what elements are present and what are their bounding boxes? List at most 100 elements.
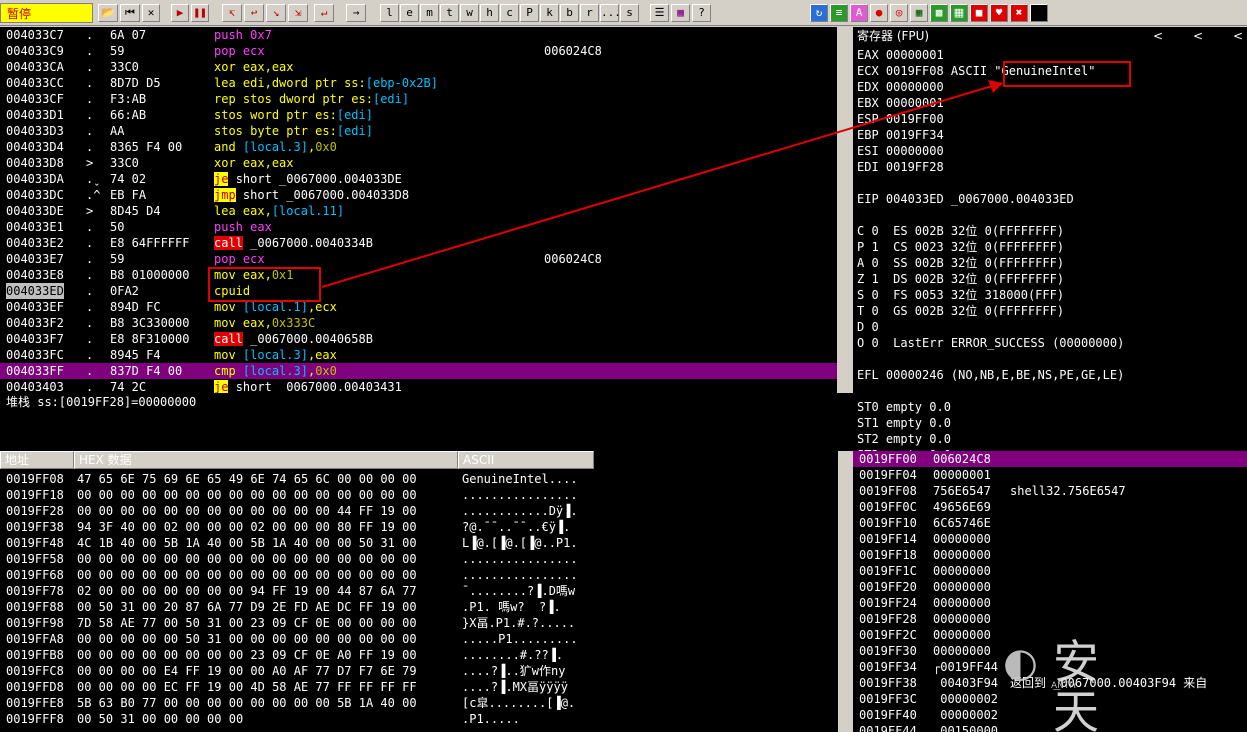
register-line[interactable]: EDI 0019FF28 (857, 159, 944, 175)
refresh-icon[interactable]: ↻ (810, 4, 828, 22)
rewind-icon[interactable]: ⏮ (120, 4, 140, 22)
terminal-icon[interactable] (1030, 4, 1048, 22)
register-line[interactable]: Z 1 DS 002B 32位 0(FFFFFFFF) (857, 271, 1064, 287)
help-icon[interactable]: ? (692, 4, 711, 22)
register-line[interactable]: ESI 00000000 (857, 143, 944, 159)
plugin-icon[interactable]: ≡ (830, 4, 848, 22)
disasm-row[interactable]: 004033DA .ˬ 74 02 je short _0067000.004033D… (0, 171, 837, 187)
stack-row[interactable]: 0019FF3C 00000002 (853, 691, 1247, 707)
dump-row[interactable]: 0019FF48 4C 1B 40 00 5B 1A 40 00 5B 1A 40… (0, 535, 838, 551)
disasm-row[interactable]: 004033E8. B8 01000000 mov eax,0x1 (0, 267, 837, 283)
tb-letter-w[interactable]: w (460, 4, 479, 22)
tb-letter-t[interactable]: t (440, 4, 459, 22)
tb-letter-p[interactable]: P (520, 4, 539, 22)
tb-letter-c[interactable]: c (500, 4, 519, 22)
dump-row[interactable]: 0019FFA8 00 00 00 00 00 50 31 00 00 00 00… (0, 631, 838, 647)
open-icon[interactable]: 📂 (98, 4, 118, 22)
grid-icon[interactable]: ▦ (671, 4, 690, 22)
disasm-row[interactable]: 004033ED. 0FA2 cpuid (0, 283, 837, 299)
disasm-row[interactable]: 004033E1. 50 push eax (0, 219, 837, 235)
register-line[interactable]: EIP 004033ED _0067000.004033ED (857, 191, 1074, 207)
dump-row[interactable]: 0019FF08 47 65 6E 75 69 6E 65 49 6E 74 65… (0, 471, 838, 487)
stack-row[interactable]: 0019FF28 00000000 (853, 611, 1247, 627)
register-line[interactable]: O 0 LastErr ERROR_SUCCESS (00000000) (857, 335, 1124, 351)
trace-into-icon[interactable]: ↘ (266, 4, 286, 22)
disasm-row[interactable]: 004033C7. 6A 07 push 0x7 (0, 27, 837, 43)
tb-letter-l[interactable]: l (380, 4, 399, 22)
close-icon[interactable]: ✕ (142, 4, 160, 22)
tb-letter-r[interactable]: r (580, 4, 599, 22)
stack-pane[interactable]: 0019FF00 006024C8 0019FF04 00000001 0019FF08… (853, 451, 1247, 732)
a-icon[interactable]: A (850, 4, 868, 22)
register-line[interactable]: EBX 00000001 (857, 95, 944, 111)
tb-letter-s[interactable]: s (620, 4, 639, 22)
heart-tool-icon[interactable]: ♥ (990, 4, 1008, 22)
stack-row[interactable]: 0019FF20 00000000 (853, 579, 1247, 595)
stack-row[interactable]: 0019FF04 00000001 (853, 467, 1247, 483)
red-tool-icon[interactable]: ■ (970, 4, 988, 22)
tb-letter-e[interactable]: e (400, 4, 419, 22)
execute-till-return-icon[interactable]: ↵ (314, 4, 334, 22)
dump-scrollbar[interactable] (838, 451, 853, 732)
stack-row[interactable]: 0019FF1C 00000000 (853, 563, 1247, 579)
disasm-row[interactable]: 00403403. 74 2C je short _0067000.00403431 (0, 379, 837, 393)
tb-letter-h[interactable]: h (480, 4, 499, 22)
disasm-row[interactable]: 004033DC .^ EB FA jmp short _0067000.004033… (0, 187, 837, 203)
disasm-row[interactable]: 004033CC. 8D7D D5 lea edi,dword ptr ss:[eb… (0, 75, 837, 91)
dump-row[interactable]: 0019FFD8 00 00 00 00 EC FF 19 00 4D 58 AE… (0, 679, 838, 695)
script-icon[interactable]: ▦ (950, 4, 968, 22)
register-line[interactable]: P 1 CS 0023 32位 0(FFFFFFFF) (857, 239, 1064, 255)
disasm-row[interactable]: 004033FC. 8945 F4 mov [local.3],eax (0, 347, 837, 363)
disasm-row[interactable]: 004033CF. F3:AB rep stos dword ptr es:[edi… (0, 91, 837, 107)
tb-letter-b[interactable]: b (560, 4, 579, 22)
stack-row[interactable]: 0019FF08 756E6547 shell32.756E6547 (853, 483, 1247, 499)
register-line[interactable]: EBP 0019FF34 (857, 127, 944, 143)
disasm-row[interactable]: 004033DE >8D45 D4 lea eax,[local.11] (0, 203, 837, 219)
tb-letter-k[interactable]: k (540, 4, 559, 22)
disasm-row[interactable]: 004033EF. 894D FC mov [local.1],ecx (0, 299, 837, 315)
register-line[interactable]: A 0 SS 002B 32位 0(FFFFFFFF) (857, 255, 1064, 271)
dump-row[interactable]: 0019FFE8 5B 63 B0 77 00 00 00 00 00 00 00… (0, 695, 838, 711)
registers-nav-3[interactable]: < (1233, 27, 1243, 45)
step-over-icon[interactable]: ↩ (244, 4, 264, 22)
register-line[interactable]: ECX 0019FF08 ASCII "GenuineIntel" (857, 63, 1095, 79)
calc-icon[interactable]: ▩ (930, 4, 948, 22)
crack-tool-icon[interactable]: ✖ (1010, 4, 1028, 22)
register-line[interactable]: S 0 FS 0053 32位 318000(FFF) (857, 287, 1064, 303)
register-line[interactable]: ST2 empty 0.0 (857, 431, 951, 447)
registers-pane[interactable]: 寄存器 (FPU) < < < EAX 00000001 ECX 0019FF08… (853, 27, 1247, 451)
disasm-row[interactable]: 004033F2. B8 3C330000 mov eax,0x333C (0, 315, 837, 331)
pause-icon[interactable]: ❚❚ (191, 4, 209, 22)
disasm-row[interactable]: 004033D8 >33C0 xor eax,eax (0, 155, 837, 171)
register-line[interactable]: ST1 empty 0.0 (857, 415, 951, 431)
target-icon[interactable]: ◎ (890, 4, 908, 22)
goto-icon[interactable]: → (346, 4, 366, 22)
dump-header-address[interactable]: 地址 (0, 451, 74, 469)
stack-row[interactable]: 0019FF38 00403F94 返回到 _0067000.00403F94 来… (853, 675, 1247, 691)
dump-row[interactable]: 0019FF78 02 00 00 00 00 00 00 00 94 FF 19… (0, 583, 838, 599)
disassembly-scrollbar[interactable] (837, 27, 853, 393)
stack-row[interactable]: 0019FF10 6C65746E (853, 515, 1247, 531)
dump-header-ascii[interactable]: ASCII (458, 451, 594, 469)
stack-row[interactable]: 0019FF00 006024C8 (853, 451, 1247, 467)
dump-row[interactable]: 0019FFC8 00 00 00 00 E4 FF 19 00 00 A0 AF… (0, 663, 838, 679)
tb-ellipsis[interactable]: ... (600, 4, 621, 22)
dump-pane[interactable]: 地址 HEX 数据 ASCII 0019FF08 47 65 6E 75 69 6… (0, 451, 838, 732)
dump-row[interactable]: 0019FF68 00 00 00 00 00 00 00 00 00 00 00… (0, 567, 838, 583)
dump-row[interactable]: 0019FF98 7D 58 AE 77 00 50 31 00 23 09 CF… (0, 615, 838, 631)
disasm-row[interactable]: 004033C9. 59 pop ecx 006024C8 (0, 43, 837, 59)
register-line[interactable]: EFL 00000246 (NO,NB,E,BE,NS,PE,GE,LE) (857, 367, 1124, 383)
stack-row[interactable]: 0019FF0C 49656E69 (853, 499, 1247, 515)
dump-row[interactable]: 0019FF38 94 3F 40 00 02 00 00 00 02 00 00… (0, 519, 838, 535)
trace-over-icon[interactable]: ⇲ (288, 4, 308, 22)
disassembly-pane[interactable]: 004033C7. 6A 07 push 0x7 004033C9. 59 pop ecx… (0, 27, 837, 393)
dump-row[interactable]: 0019FF28 00 00 00 00 00 00 00 00 00 00 00… (0, 503, 838, 519)
stack-row[interactable]: 0019FF44 00150000 (853, 723, 1247, 732)
disasm-row[interactable]: 004033D3. AA stos byte ptr es:[edi] (0, 123, 837, 139)
register-line[interactable]: EDX 00000000 (857, 79, 944, 95)
register-line[interactable]: ST0 empty 0.0 (857, 399, 951, 415)
dump-row[interactable]: 0019FFF8 00 50 31 00 00 00 00 00 .P1..... (0, 711, 838, 727)
tb-letter-m[interactable]: m (420, 4, 439, 22)
step-into-icon[interactable]: ↸ (222, 4, 242, 22)
disasm-row[interactable]: 004033D1. 66:AB stos word ptr es:[edi] (0, 107, 837, 123)
